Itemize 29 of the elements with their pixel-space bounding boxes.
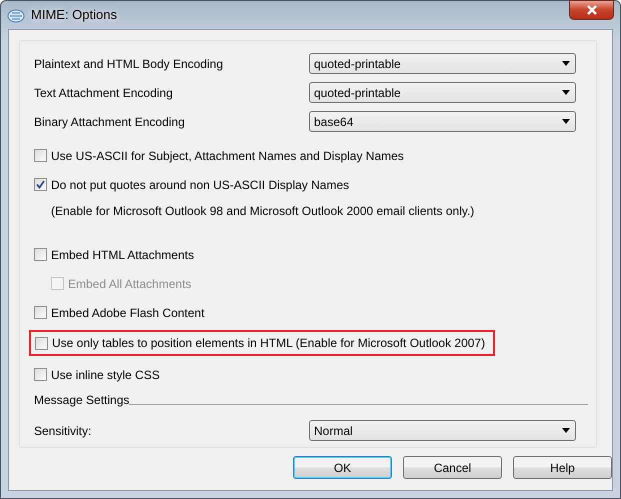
close-button[interactable] <box>569 0 614 20</box>
section-heading: Message Settings <box>34 393 130 407</box>
caret-icon <box>562 90 570 95</box>
field-label: Binary Attachment Encoding <box>34 114 185 128</box>
note-text: (Enable for Microsoft Outlook 98 and Microsoft Outlook 2000 email clients only.) <box>50 203 476 220</box>
dialog-button[interactable]: Help <box>513 456 612 479</box>
check-icon <box>36 180 45 189</box>
field-label: Sensitivity: <box>34 424 92 438</box>
field-label: Text Attachment Encoding <box>34 86 173 100</box>
dialog-button[interactable]: OK <box>293 456 392 479</box>
field-label: Plaintext and HTML Body Encoding <box>34 56 223 70</box>
checkbox[interactable]: Do not put quotes around non US-ASCII Display Names <box>34 178 350 192</box>
checkbox: Embed All Attachments <box>51 276 192 290</box>
checkbox[interactable]: Use only tables to position elements in HTML (Enable for Microsoft Outlook 2007) <box>35 336 486 350</box>
checkbox[interactable]: Embed HTML Attachments <box>34 248 194 262</box>
window-title: MIME: Options <box>31 7 117 22</box>
dropdown[interactable]: base64 <box>309 111 576 132</box>
dropdown[interactable]: quoted-printable <box>309 82 576 103</box>
close-icon <box>586 5 598 15</box>
caret-icon <box>562 61 570 66</box>
app-icon <box>7 7 25 23</box>
checkbox[interactable]: Use US-ASCII for Subject, Attachment Names and Display Names <box>34 148 404 162</box>
checkbox[interactable]: Embed Adobe Flash Content <box>34 306 204 320</box>
dropdown[interactable]: quoted-printable <box>309 53 576 74</box>
caret-icon <box>562 119 570 124</box>
checkbox[interactable]: Use inline style CSS <box>34 368 160 382</box>
caret-icon <box>562 428 570 433</box>
dialog-button[interactable]: Cancel <box>403 456 502 479</box>
dropdown[interactable]: Normal <box>309 420 576 441</box>
